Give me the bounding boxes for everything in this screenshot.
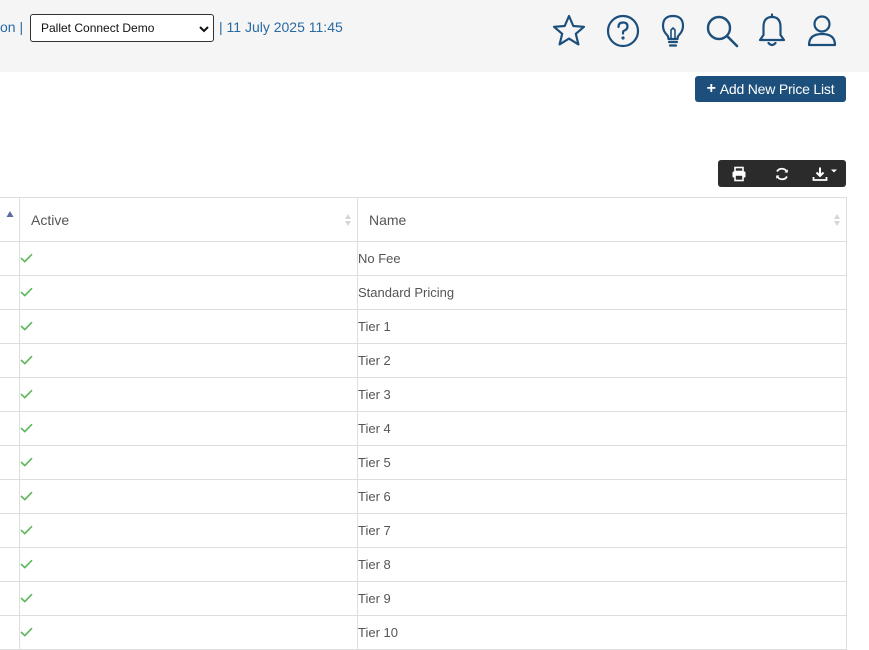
check-icon <box>20 491 33 501</box>
check-icon <box>20 593 33 603</box>
sort-ascending-icon <box>6 211 14 217</box>
active-cell <box>19 513 358 548</box>
favorites-button[interactable] <box>550 12 588 50</box>
check-icon <box>20 559 33 569</box>
check-icon <box>20 253 33 263</box>
active-cell <box>19 377 358 412</box>
table-row[interactable]: Tier 7 <box>0 513 847 548</box>
search-button[interactable] <box>703 12 741 50</box>
table-row[interactable]: No Fee <box>0 241 847 276</box>
user-icon <box>807 15 837 47</box>
name-cell: Tier 6 <box>357 479 847 514</box>
name-cell: Tier 9 <box>357 581 847 616</box>
column-header-first[interactable] <box>0 197 20 242</box>
table-row[interactable]: Tier 10 <box>0 615 847 650</box>
sort-icon <box>834 214 840 226</box>
name-cell: Tier 1 <box>357 309 847 344</box>
table-row[interactable]: Tier 4 <box>0 411 847 446</box>
chevron-down-icon <box>199 26 209 33</box>
row-cell-first <box>0 309 20 344</box>
search-icon <box>706 15 739 48</box>
name-cell: Tier 8 <box>357 547 847 582</box>
breadcrumb[interactable]: on | <box>0 19 23 35</box>
print-button[interactable] <box>718 160 761 187</box>
top-bar: on | Pallet Connect Demo | 11 July 2025 … <box>0 0 869 72</box>
table-row[interactable]: Tier 3 <box>0 377 847 412</box>
bell-icon <box>758 13 786 47</box>
active-cell <box>19 241 358 276</box>
refresh-icon <box>776 167 788 180</box>
download-icon <box>812 167 828 181</box>
active-cell <box>19 479 358 514</box>
row-cell-first <box>0 377 20 412</box>
user-menu-button[interactable] <box>803 12 841 50</box>
help-button[interactable] <box>604 12 642 50</box>
name-cell: Tier 10 <box>357 615 847 650</box>
row-cell-first <box>0 275 20 310</box>
active-cell <box>19 411 358 446</box>
date-time-text: | 11 July 2025 11:45 <box>219 19 343 35</box>
check-icon <box>20 457 33 467</box>
refresh-button[interactable] <box>761 160 804 187</box>
row-cell-first <box>0 445 20 480</box>
row-cell-first <box>0 513 20 548</box>
active-cell <box>19 309 358 344</box>
add-button-label: Add New Price List <box>719 81 835 97</box>
table-row[interactable]: Tier 6 <box>0 479 847 514</box>
table-row[interactable]: Tier 1 <box>0 309 847 344</box>
name-cell: Tier 5 <box>357 445 847 480</box>
star-icon <box>552 14 586 46</box>
active-cell <box>19 547 358 582</box>
check-icon <box>20 355 33 365</box>
check-icon <box>20 627 33 637</box>
active-cell <box>19 275 358 310</box>
lightbulb-icon <box>661 14 685 47</box>
check-icon <box>20 389 33 399</box>
table-row[interactable]: Tier 2 <box>0 343 847 378</box>
printer-icon <box>732 166 746 181</box>
check-icon <box>20 525 33 535</box>
name-cell: Tier 3 <box>357 377 847 412</box>
help-icon <box>606 14 640 48</box>
export-dropdown-button[interactable] <box>803 160 846 187</box>
column-header-name[interactable]: Name <box>357 197 847 242</box>
name-cell: Standard Pricing <box>357 275 847 310</box>
name-cell: Tier 7 <box>357 513 847 548</box>
row-cell-first <box>0 343 20 378</box>
name-cell: Tier 4 <box>357 411 847 446</box>
caret-down-icon <box>830 169 837 172</box>
table-header-row: Active Name <box>0 197 847 242</box>
organization-select[interactable]: Pallet Connect Demo <box>30 14 214 42</box>
table-toolbar <box>718 160 846 187</box>
row-cell-first <box>0 581 20 616</box>
row-cell-first <box>0 241 20 276</box>
name-cell: No Fee <box>357 241 847 276</box>
plus-icon: + <box>706 80 716 97</box>
add-new-price-list-button[interactable]: + Add New Price List <box>695 76 846 102</box>
active-cell <box>19 581 358 616</box>
table-row[interactable]: Tier 9 <box>0 581 847 616</box>
table-row[interactable]: Standard Pricing <box>0 275 847 310</box>
check-icon <box>20 287 33 297</box>
row-cell-first <box>0 479 20 514</box>
active-cell <box>19 615 358 650</box>
active-cell <box>19 343 358 378</box>
table-row[interactable]: Tier 5 <box>0 445 847 480</box>
organization-select-value: Pallet Connect Demo <box>41 21 155 35</box>
tips-button[interactable] <box>654 12 692 50</box>
table-row[interactable]: Tier 8 <box>0 547 847 582</box>
row-cell-first <box>0 615 20 650</box>
notifications-button[interactable] <box>753 12 791 50</box>
sort-icon <box>345 214 351 226</box>
active-cell <box>19 445 358 480</box>
price-list-table: Active Name No Fee Standard Pricing Tier 1… <box>0 197 847 650</box>
check-icon <box>20 321 33 331</box>
name-cell: Tier 2 <box>357 343 847 378</box>
row-cell-first <box>0 411 20 446</box>
column-header-active[interactable]: Active <box>19 197 358 242</box>
row-cell-first <box>0 547 20 582</box>
check-icon <box>20 423 33 433</box>
